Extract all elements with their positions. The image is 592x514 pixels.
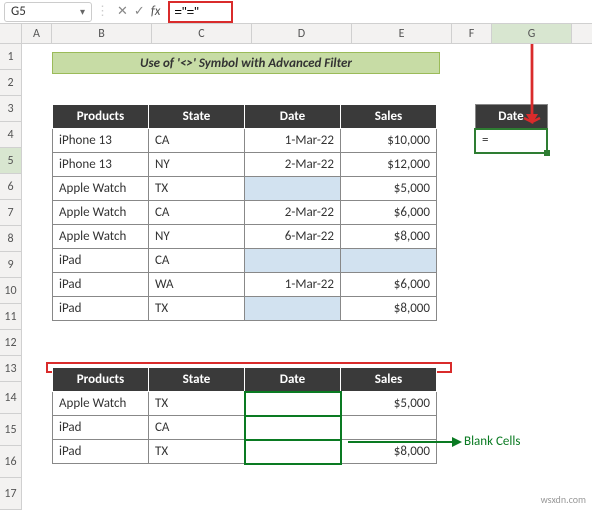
accept-icon[interactable]: ✓ bbox=[134, 4, 145, 19]
row-header[interactable]: 10 bbox=[0, 278, 21, 304]
row-header[interactable]: 2 bbox=[0, 70, 21, 96]
watermark: wsxdn.com bbox=[541, 493, 586, 506]
col-header-f[interactable]: F bbox=[452, 24, 492, 43]
col-header-e[interactable]: E bbox=[352, 24, 452, 43]
col-header-c[interactable]: C bbox=[152, 24, 252, 43]
row-header[interactable]: 3 bbox=[0, 96, 21, 122]
formula-bar: G5 ▾ ⋮ ✕ ✓ fx bbox=[0, 0, 592, 24]
row-header[interactable]: 16 bbox=[0, 446, 21, 478]
row-headers: 1 2 3 4 5 6 7 8 9 10 11 12 13 14 15 16 1… bbox=[0, 44, 22, 510]
row-header[interactable]: 9 bbox=[0, 252, 21, 278]
name-box-value: G5 bbox=[11, 4, 26, 19]
row-header[interactable]: 17 bbox=[0, 478, 21, 510]
callout-label: Blank Cells bbox=[464, 434, 520, 449]
row-header[interactable]: 15 bbox=[0, 414, 21, 446]
row-header[interactable]: 8 bbox=[0, 226, 21, 252]
row-header[interactable]: 12 bbox=[0, 330, 21, 356]
row-header[interactable]: 5 bbox=[0, 148, 21, 174]
formula-input[interactable] bbox=[174, 4, 227, 19]
chevron-down-icon[interactable]: ▾ bbox=[80, 5, 85, 18]
formula-buttons: ✕ ✓ fx bbox=[113, 4, 164, 19]
cancel-icon[interactable]: ✕ bbox=[117, 4, 128, 19]
col-header-g[interactable]: G bbox=[492, 24, 572, 43]
col-header-d[interactable]: D bbox=[252, 24, 352, 43]
row-header[interactable]: 14 bbox=[0, 382, 21, 414]
col-header-a[interactable]: A bbox=[22, 24, 52, 43]
fx-icon[interactable]: fx bbox=[151, 4, 161, 19]
row-header[interactable]: 6 bbox=[0, 174, 21, 200]
row-header[interactable]: 4 bbox=[0, 122, 21, 148]
row-header[interactable]: 7 bbox=[0, 200, 21, 226]
row-header[interactable]: 11 bbox=[0, 304, 21, 330]
name-box[interactable]: G5 ▾ bbox=[4, 2, 92, 22]
separator: ⋮ bbox=[96, 4, 109, 19]
column-headers: A B C D E F G bbox=[0, 24, 592, 44]
select-all-corner[interactable] bbox=[0, 24, 22, 43]
formula-input-highlight bbox=[168, 1, 233, 23]
row-header[interactable]: 1 bbox=[0, 44, 21, 70]
row-header[interactable]: 13 bbox=[0, 356, 21, 382]
col-header-b[interactable]: B bbox=[52, 24, 152, 43]
